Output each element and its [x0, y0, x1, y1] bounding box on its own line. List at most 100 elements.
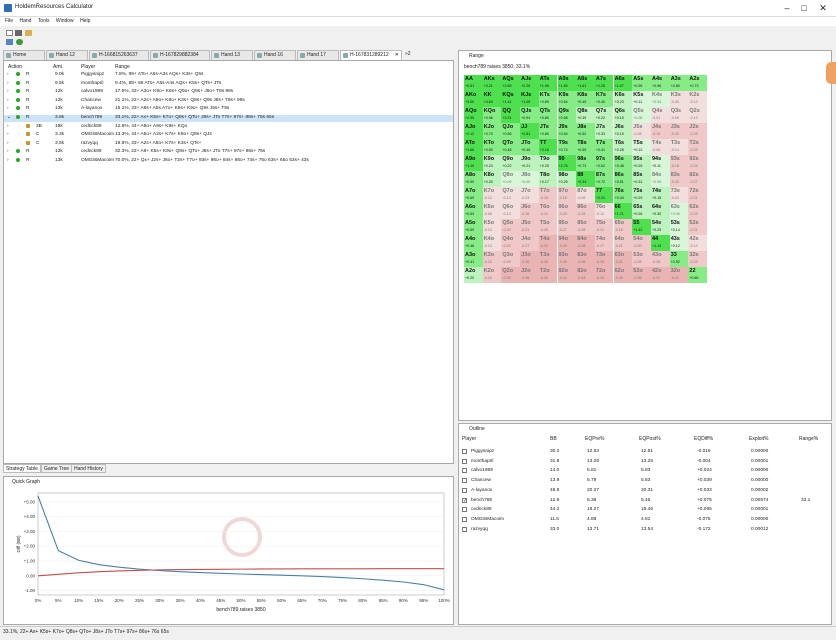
range-cell-KQs[interactable]: KQs +1.41	[501, 91, 520, 107]
range-cell-K8o[interactable]: K8o +0.20	[482, 171, 502, 187]
range-cell-K9o[interactable]: K9o +0.23	[482, 155, 502, 171]
range-cell-98o[interactable]: 98o +0.29	[557, 171, 577, 187]
range-cell-22[interactable]: 22 +0.60	[688, 267, 707, 283]
range-cell-82s[interactable]: 82s -0.27	[688, 171, 707, 187]
range-cell-42s[interactable]: 42s -0.14	[688, 235, 707, 251]
range-cell-J6s[interactable]: J6s +0.15	[613, 123, 633, 139]
range-cell-K6s[interactable]: K6s +0.23	[613, 91, 633, 107]
tab-h-166815263637[interactable]: H-166815263637	[89, 50, 149, 60]
menu-file[interactable]: File	[5, 18, 13, 24]
range-cell-Q2o[interactable]: Q2o -0.33	[501, 267, 520, 283]
tab-hand-13[interactable]: Hand 13	[211, 50, 253, 60]
range-cell-43s[interactable]: 43s +0.12	[669, 235, 689, 251]
tab-hand-16[interactable]: Hand 16	[254, 50, 296, 60]
range-cell-A9s[interactable]: A9s +1.89	[557, 75, 577, 91]
column-header-amount[interactable]: Amt.	[53, 64, 63, 70]
expand-toggle-icon[interactable]: ›	[7, 89, 9, 94]
range-cell-A4s[interactable]: A4s +0.96	[651, 75, 670, 91]
range-cell-AA[interactable]: AA +5.51	[464, 75, 483, 91]
maximize-button[interactable]: □	[797, 2, 811, 15]
range-cell-KJo[interactable]: KJo +0.70	[482, 123, 502, 139]
range-cell-J4o[interactable]: J4o -0.27	[520, 235, 539, 251]
range-cell-AQs[interactable]: AQs +2.69	[501, 75, 520, 91]
range-cell-94o[interactable]: 94o -0.39	[557, 235, 577, 251]
range-cell-QJo[interactable]: QJo +0.56	[501, 123, 520, 139]
range-cell-JTs[interactable]: JTs +0.80	[538, 123, 558, 139]
table-row[interactable]: › R 13k A-layanox 15.1%, 33+ A8s+ A5s A7o+ K…	[4, 106, 453, 113]
range-cell-88[interactable]: 88 +2.34	[576, 171, 595, 187]
range-cell-T6s[interactable]: T6s +0.28	[613, 139, 633, 155]
range-cell-Q6o[interactable]: Q6o -0.13	[501, 203, 520, 219]
range-cell-Q8s[interactable]: Q8s +0.39	[576, 107, 595, 123]
table-row[interactable]: ⌄ R 3.8k bench789 33.1%, 22+ Ax+ K5s+ K7o+ Q…	[4, 115, 453, 122]
outline-header-player[interactable]: Player	[462, 436, 476, 442]
table-row[interactable]: › 3B 19k cedrick89 12.8%, 44+ A9o+ A9s+ K9s+…	[4, 123, 453, 131]
tab-close-icon[interactable]: ✕	[395, 51, 399, 60]
range-cell-97o[interactable]: 97o -0.18	[557, 187, 577, 203]
menu-tools[interactable]: Tools	[38, 18, 50, 24]
range-cell-AKs[interactable]: AKs +3.21	[482, 75, 502, 91]
range-cell-99[interactable]: 99 +2.76	[557, 155, 577, 171]
range-cell-T8o[interactable]: T8o +0.17	[538, 171, 558, 187]
range-cell-T5o[interactable]: T5o -0.25	[538, 219, 558, 235]
range-cell-52s[interactable]: 52s -0.21	[688, 219, 707, 235]
range-cell-AQo[interactable]: AQo +2.55	[464, 107, 483, 123]
range-cell-75s[interactable]: 75s +0.29	[632, 187, 651, 203]
tab-hand-17[interactable]: Hand 17	[297, 50, 339, 60]
menu-help[interactable]: Help	[80, 18, 90, 24]
range-cell-96s[interactable]: 96s +0.48	[613, 155, 633, 171]
close-window-button[interactable]: ✕	[816, 2, 830, 15]
range-cell-Q7s[interactable]: Q7s +0.22	[594, 107, 614, 123]
range-cell-73s[interactable]: 73s -0.03	[669, 187, 689, 203]
outline-row[interactable]: Piggysnipz 30.2 12.53 12.51 -0.015 0.00000	[459, 448, 831, 458]
range-cell-95o[interactable]: 95o -0.27	[557, 219, 577, 235]
range-cell-J9s[interactable]: J9s +0.54	[557, 123, 577, 139]
range-cell-J5o[interactable]: J5o -0.21	[520, 219, 539, 235]
row-checkbox[interactable]: ✓	[462, 497, 467, 503]
row-checkbox[interactable]	[462, 507, 467, 513]
range-cell-K5s[interactable]: K5s +0.11	[632, 91, 651, 107]
expand-toggle-icon[interactable]: ›	[7, 72, 9, 77]
range-cell-77[interactable]: 77 +2.01	[594, 187, 614, 203]
range-cell-93s[interactable]: 93s -0.18	[669, 155, 689, 171]
range-cell-J9o[interactable]: J9o +0.21	[520, 155, 539, 171]
range-cell-76s[interactable]: 76s +0.44	[613, 187, 633, 203]
range-cell-32s[interactable]: 32s -0.22	[688, 251, 707, 267]
range-cell-95s[interactable]: 95s +0.25	[632, 155, 651, 171]
expand-toggle-icon[interactable]: ⌄	[7, 115, 11, 120]
range-cell-63s[interactable]: 63s +0.06	[669, 203, 689, 219]
range-cell-86o[interactable]: 86o -0.15	[576, 203, 595, 219]
outline-row[interactable]: cedrick89 44.2 18.27 18.46 +0.095 0.00001	[459, 506, 831, 516]
range-cell-73o[interactable]: 73o -0.35	[594, 251, 614, 267]
range-cell-T3o[interactable]: T3o -0.36	[538, 251, 558, 267]
range-cell-63o[interactable]: 63o -0.31	[613, 251, 633, 267]
range-cell-K4s[interactable]: K4s +0.03	[651, 91, 670, 107]
range-cell-K8s[interactable]: K8s +0.49	[576, 91, 595, 107]
outline-header-eqpost[interactable]: EQPost%	[639, 436, 661, 442]
range-cell-A4o[interactable]: A4o +0.48	[464, 235, 483, 251]
table-row[interactable]: › C 3.3k OMGitsMacoim 13.3%, 44+ A5o+ A2s+ K…	[4, 132, 453, 139]
range-cell-Q2s[interactable]: Q2s -0.13	[688, 107, 707, 123]
range-cell-52o[interactable]: 52o -0.36	[632, 267, 651, 283]
range-cell-QTo[interactable]: QTo +0.48	[501, 139, 520, 155]
range-cell-87s[interactable]: 87s +0.72	[594, 171, 614, 187]
range-cell-43o[interactable]: 43o -0.28	[651, 251, 670, 267]
expand-toggle-icon[interactable]: ›	[7, 141, 9, 146]
range-cell-Q5s[interactable]: Q5s +0.08	[632, 107, 651, 123]
range-cell-Q6s[interactable]: Q6s +0.15	[613, 107, 633, 123]
tab-h-167831289212[interactable]: H-167831289212 ✕	[340, 50, 402, 60]
expand-toggle-icon[interactable]: ›	[7, 124, 9, 129]
outline-row[interactable]: calvo1989 14.0 5.81 5.83 +0.024 0.00000	[459, 467, 831, 477]
range-cell-A3o[interactable]: A3o +0.41	[464, 251, 483, 267]
calculate-icon[interactable]	[16, 39, 23, 45]
range-cell-J8o[interactable]: J8o +0.00	[520, 171, 539, 187]
range-cell-83o[interactable]: 83o -0.36	[576, 251, 595, 267]
table-row[interactable]: › R 13k OMGitsMacoim 70.0%, 22+ Qx+ J2s+ J6o…	[4, 158, 453, 165]
range-cell-K2s[interactable]: K2s -0.12	[688, 91, 707, 107]
range-cell-A9o[interactable]: A9o +1.19	[464, 155, 483, 171]
tab-overflow-button[interactable]: »2	[405, 51, 411, 57]
new-hand-icon[interactable]	[6, 30, 13, 36]
range-cell-72o[interactable]: 72o -0.43	[594, 267, 614, 283]
outline-row[interactable]: A-layanox 48.8 20.27 20.31 +0.033 0.00002	[459, 487, 831, 497]
range-cell-Q9o[interactable]: Q9o +0.22	[501, 155, 520, 171]
